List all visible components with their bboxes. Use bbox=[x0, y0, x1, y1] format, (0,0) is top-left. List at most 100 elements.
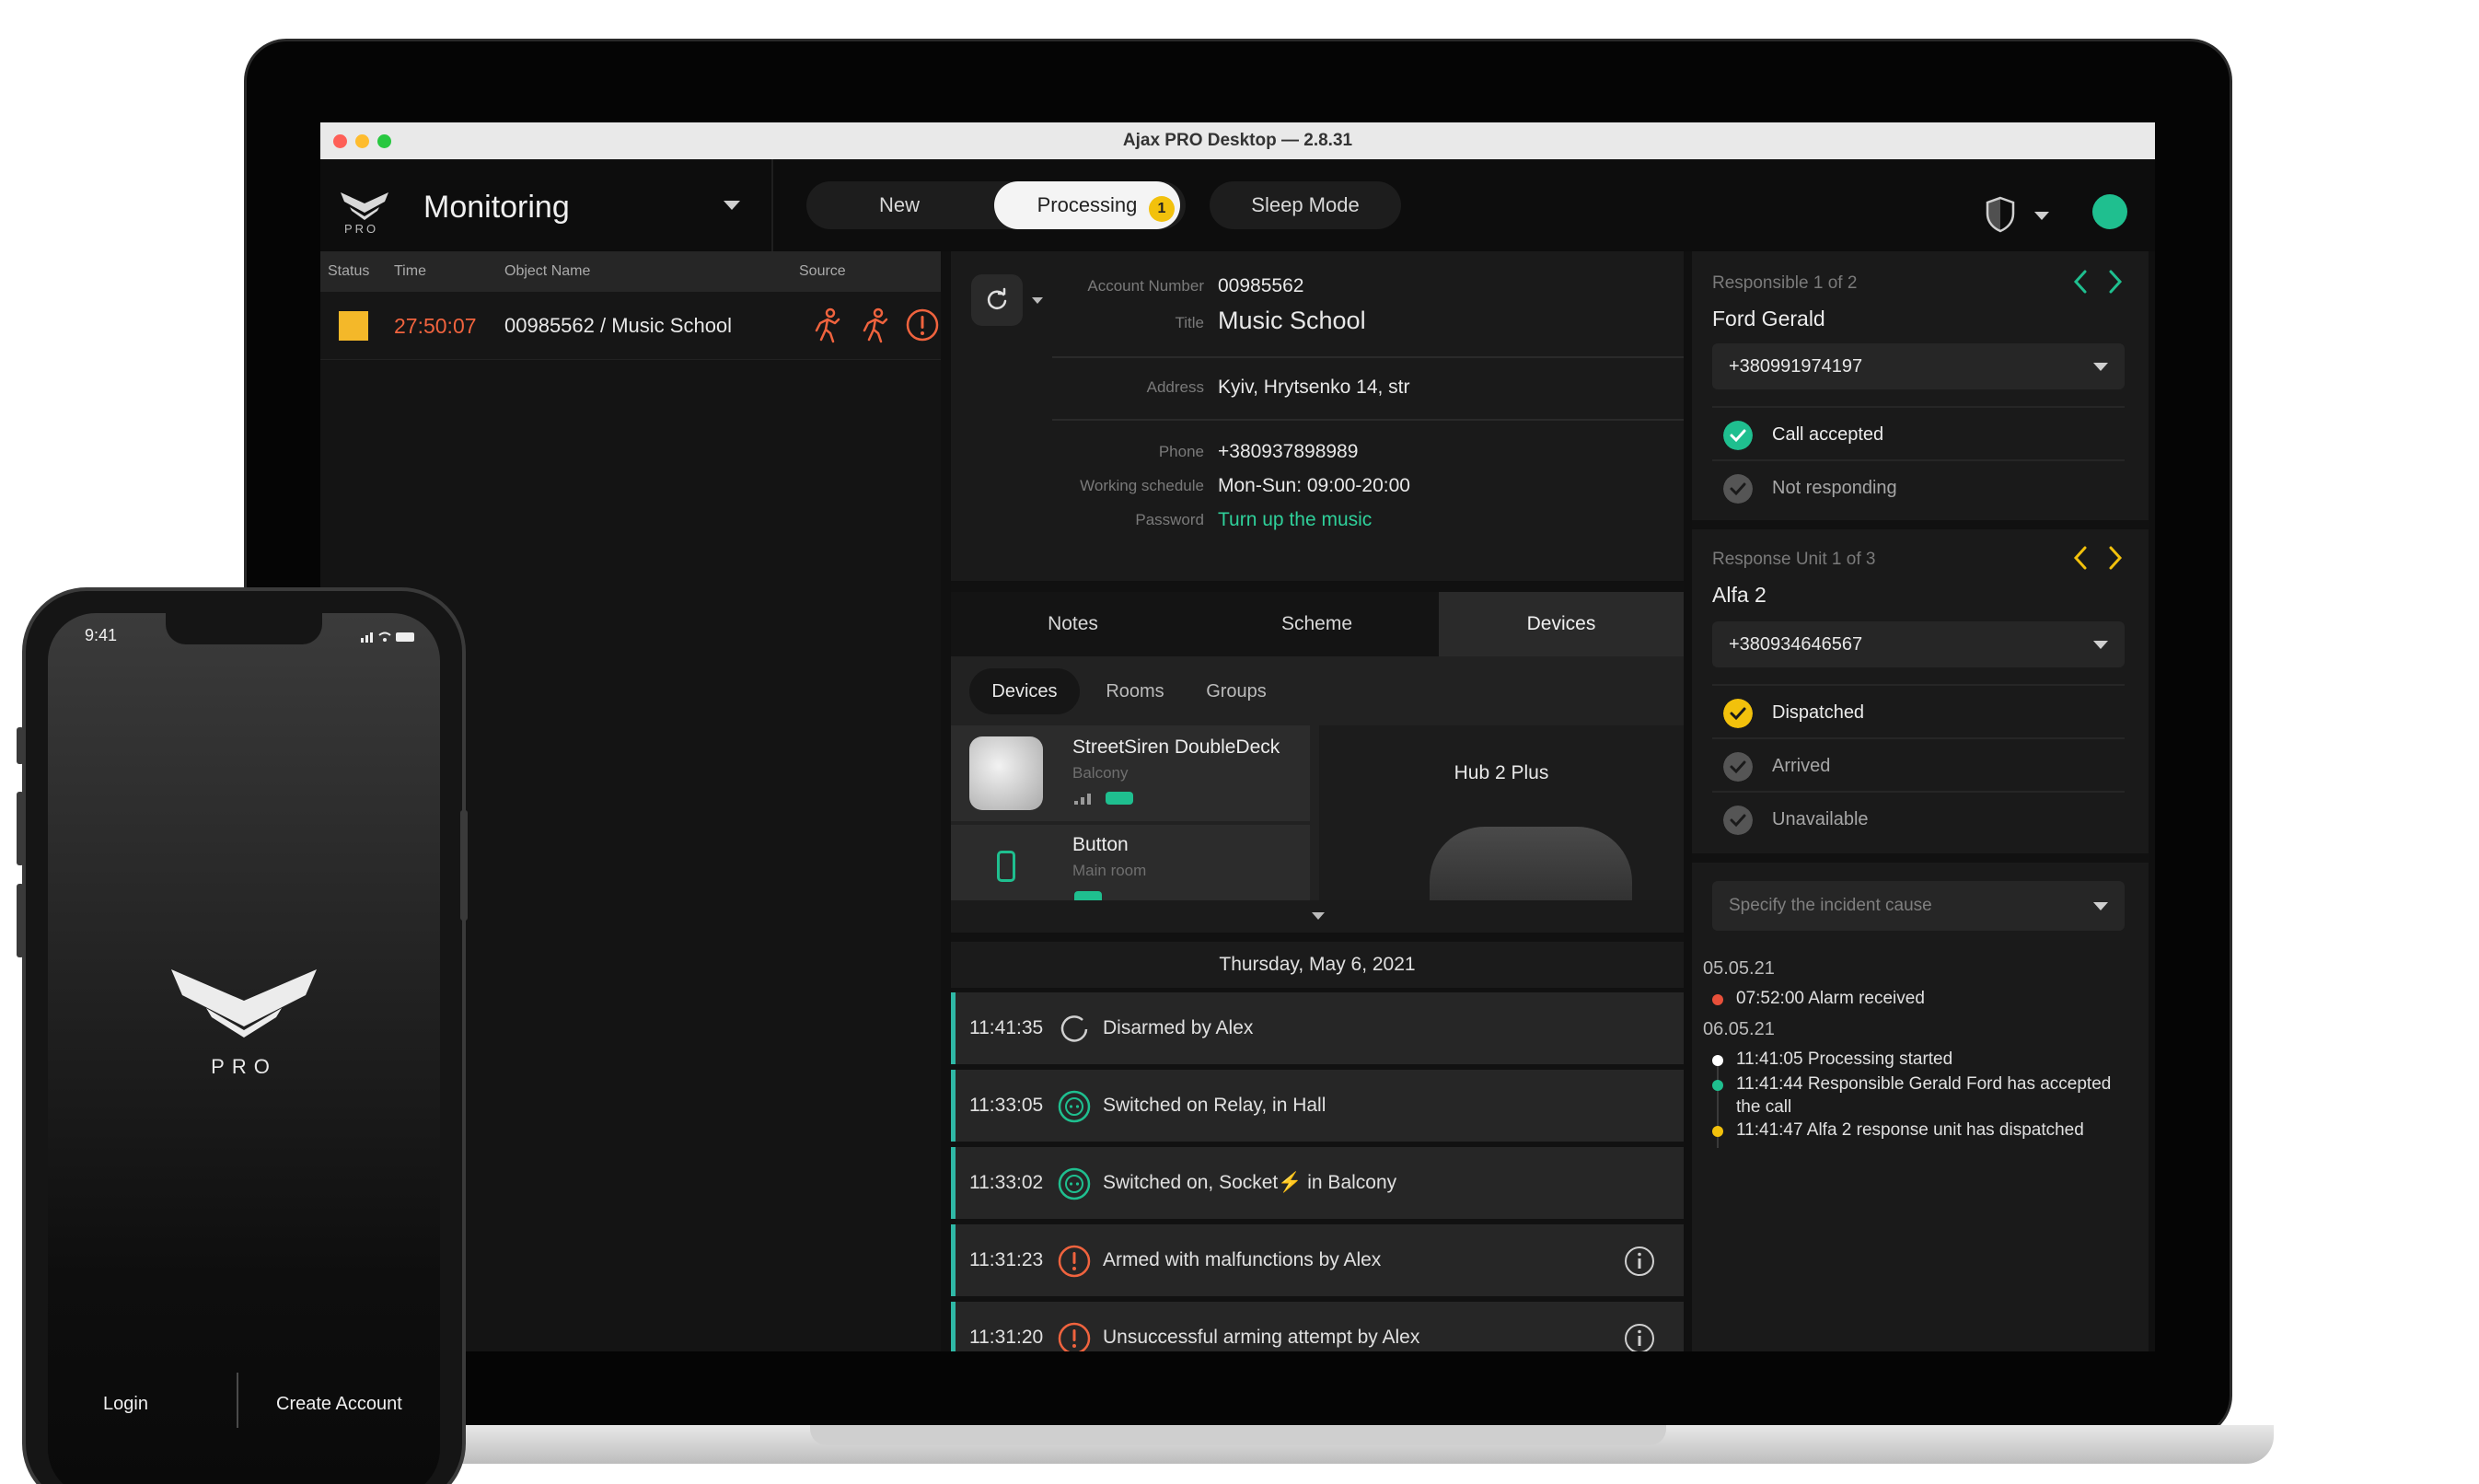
incident-card: Specify the incident cause 05.05.21 07:5… bbox=[1692, 863, 2149, 1351]
log-entry[interactable]: 11:31:20 Unsuccessful arming attempt by … bbox=[951, 1302, 1684, 1351]
timeline-dot bbox=[1712, 1080, 1723, 1091]
warning-icon bbox=[906, 308, 939, 342]
title-label: Title bbox=[1175, 314, 1205, 331]
account-number-label: Account Number bbox=[1087, 277, 1204, 295]
device-card[interactable]: StreetSiren DoubleDeck Balcony bbox=[951, 725, 1310, 821]
column-header-status[interactable]: Status bbox=[328, 263, 369, 280]
column-header-source[interactable]: Source bbox=[799, 263, 846, 280]
hub-preview[interactable]: Hub 2 Plus bbox=[1319, 725, 1684, 900]
password-label: Password bbox=[1135, 511, 1204, 528]
tab-devices[interactable]: Devices bbox=[1439, 592, 1684, 656]
tab-scheme[interactable]: Scheme bbox=[1195, 592, 1439, 656]
response-unit-card: Response Unit 1 of 3 Alfa 2 +38093464656… bbox=[1692, 529, 2149, 853]
device-card[interactable]: Button Main room bbox=[951, 825, 1310, 900]
timeline-entry: 07:52:00 Alarm received bbox=[1736, 989, 1925, 1008]
status-unavailable[interactable]: Unavailable bbox=[1712, 791, 2125, 844]
log-time: 11:41:35 bbox=[969, 1017, 1044, 1038]
check-circle-icon bbox=[1723, 752, 1753, 782]
chevron-left-icon[interactable] bbox=[2069, 544, 2091, 572]
log-time: 11:31:20 bbox=[969, 1327, 1044, 1348]
responsible-phone-select[interactable]: +380991974197 bbox=[1712, 343, 2125, 389]
subtab-groups[interactable]: Groups bbox=[1186, 668, 1287, 714]
object-tabs: Notes Scheme Devices bbox=[951, 592, 1684, 656]
tab-notes[interactable]: Notes bbox=[951, 592, 1195, 656]
status-label: Arrived bbox=[1772, 756, 1831, 776]
response-unit-name: Alfa 2 bbox=[1712, 583, 1767, 607]
event-log-date: Thursday, May 6, 2021 bbox=[951, 942, 1684, 988]
mobile-phone: 9:41 PRO Login Create Account bbox=[22, 587, 466, 1484]
info-icon[interactable] bbox=[1623, 1245, 1656, 1278]
status-not-responding[interactable]: Not responding bbox=[1712, 459, 2125, 513]
response-unit-phone-select[interactable]: +380934646567 bbox=[1712, 621, 2125, 667]
status-label: Call accepted bbox=[1772, 424, 1884, 445]
close-window-button[interactable] bbox=[333, 134, 347, 148]
header-divider bbox=[771, 159, 773, 251]
status-arrived[interactable]: Arrived bbox=[1712, 737, 2125, 791]
status-call-accepted[interactable]: Call accepted bbox=[1712, 406, 2125, 459]
phone-screen: 9:41 PRO Login Create Account bbox=[48, 613, 440, 1484]
divider bbox=[1052, 419, 1684, 421]
app-window: Ajax PRO Desktop — 2.8.31 PRO Monitoring… bbox=[320, 122, 2155, 1351]
check-circle-icon bbox=[1723, 421, 1753, 450]
event-row[interactable]: 27:50:07 00985562 / Music School bbox=[320, 292, 941, 360]
create-account-button[interactable]: Create Account bbox=[276, 1394, 402, 1415]
log-text: Disarmed by Alex bbox=[1103, 1017, 1254, 1038]
log-time: 11:33:02 bbox=[969, 1172, 1044, 1193]
working-schedule-label: Working schedule bbox=[1080, 477, 1204, 494]
phone-value[interactable]: +380937898989 bbox=[1218, 441, 1358, 463]
event-time: 27:50:07 bbox=[394, 314, 477, 338]
object-details-panel: Account Number 00985562 Title Music Scho… bbox=[951, 251, 1684, 1351]
hub-name: Hub 2 Plus bbox=[1454, 762, 1549, 783]
column-header-time[interactable]: Time bbox=[394, 263, 426, 280]
button-device-icon bbox=[969, 830, 1043, 900]
shield-icon[interactable] bbox=[1985, 196, 2016, 233]
address-label: Address bbox=[1146, 378, 1204, 396]
phone-number: +380991974197 bbox=[1729, 356, 1863, 377]
chevron-down-icon[interactable] bbox=[2034, 212, 2049, 220]
log-text: Switched on, Socket⚡ in Balcony bbox=[1103, 1172, 1397, 1193]
log-time: 11:31:23 bbox=[969, 1249, 1044, 1270]
device-room: Balcony bbox=[1072, 764, 1129, 782]
responsible-card: Responsible 1 of 2 Ford Gerald +38099197… bbox=[1692, 251, 2149, 520]
log-entry[interactable]: 11:33:05 Switched on Relay, in Hall bbox=[951, 1070, 1684, 1142]
phone-volume-button bbox=[17, 884, 24, 957]
log-entry[interactable]: 11:33:02 Switched on, Socket⚡ in Balcony bbox=[951, 1147, 1684, 1219]
page-title[interactable]: Monitoring bbox=[423, 190, 570, 226]
column-header-object-name[interactable]: Object Name bbox=[504, 263, 590, 280]
subtab-rooms[interactable]: Rooms bbox=[1089, 668, 1181, 714]
laptop-base-notch bbox=[810, 1425, 1666, 1445]
devices-panel: Devices Rooms Groups StreetSiren DoubleD… bbox=[951, 656, 1684, 933]
login-button[interactable]: Login bbox=[103, 1394, 148, 1415]
chevron-left-icon[interactable] bbox=[2069, 268, 2091, 296]
chevron-down-icon[interactable] bbox=[724, 201, 740, 210]
incident-cause-placeholder: Specify the incident cause bbox=[1729, 896, 1932, 915]
battery-icon bbox=[1074, 891, 1102, 900]
socket-icon bbox=[1058, 1167, 1091, 1200]
expand-devices-button[interactable] bbox=[951, 900, 1684, 933]
tab-sleep-mode[interactable]: Sleep Mode bbox=[1210, 181, 1401, 229]
responsible-caption: Responsible 1 of 2 bbox=[1712, 273, 1858, 293]
status-dispatched[interactable]: Dispatched bbox=[1712, 684, 2125, 737]
refresh-button[interactable] bbox=[971, 274, 1023, 326]
timeline-entry: 11:41:05 Processing started bbox=[1736, 1049, 1953, 1069]
chevron-right-icon[interactable] bbox=[2104, 268, 2126, 296]
phone-mute-switch bbox=[17, 727, 24, 764]
incident-cause-select[interactable]: Specify the incident cause bbox=[1712, 881, 2125, 931]
divider bbox=[1052, 356, 1684, 358]
object-info: Account Number 00985562 Title Music Scho… bbox=[951, 251, 1684, 581]
connection-status-indicator bbox=[2092, 194, 2127, 229]
tab-new[interactable]: New bbox=[806, 181, 992, 229]
check-circle-icon bbox=[1723, 474, 1753, 504]
maximize-window-button[interactable] bbox=[377, 134, 391, 148]
password-value: Turn up the music bbox=[1218, 509, 1373, 530]
phone-power-button bbox=[460, 810, 468, 921]
chevron-down-icon[interactable] bbox=[1032, 297, 1043, 304]
log-entry[interactable]: 11:31:23 Armed with malfunctions by Alex bbox=[951, 1224, 1684, 1296]
account-number-value: 00985562 bbox=[1218, 275, 1304, 296]
window-titlebar: Ajax PRO Desktop — 2.8.31 bbox=[320, 122, 2155, 159]
info-icon[interactable] bbox=[1623, 1322, 1656, 1351]
subtab-devices[interactable]: Devices bbox=[969, 668, 1080, 714]
log-entry[interactable]: 11:41:35 Disarmed by Alex bbox=[951, 992, 1684, 1064]
chevron-right-icon[interactable] bbox=[2104, 544, 2126, 572]
minimize-window-button[interactable] bbox=[355, 134, 369, 148]
